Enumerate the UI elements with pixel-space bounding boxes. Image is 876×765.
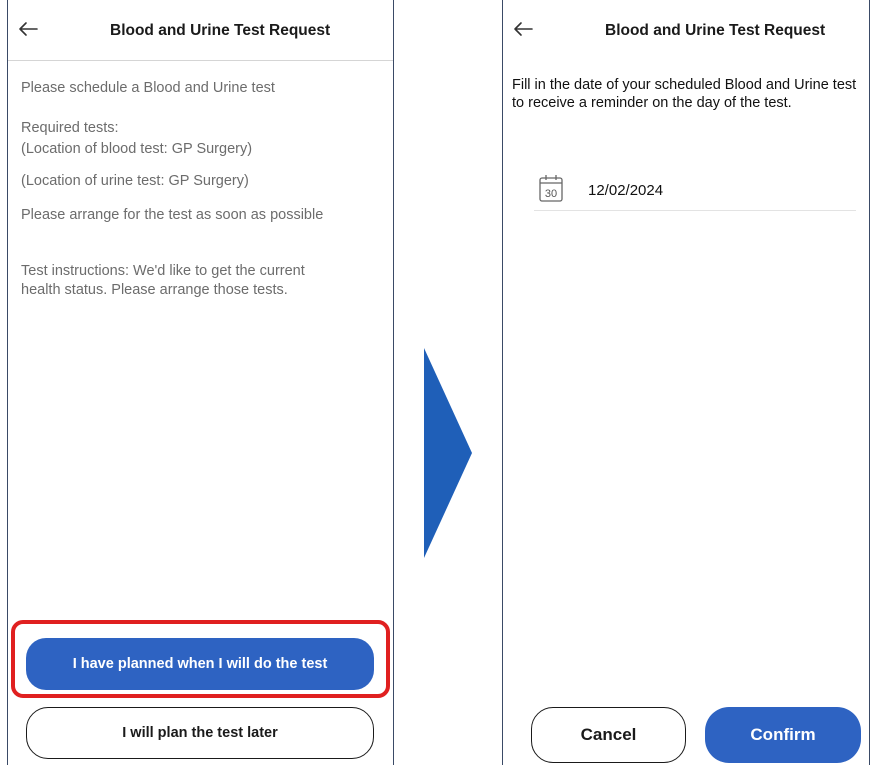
left-screen: Blood and Urine Test Request Please sche…: [7, 0, 394, 765]
intro-text: Please schedule a Blood and Urine test: [21, 80, 275, 96]
left-header: Blood and Urine Test Request: [8, 0, 393, 61]
date-value: 12/02/2024: [588, 182, 664, 199]
back-arrow-icon[interactable]: [512, 20, 534, 38]
right-header: Blood and Urine Test Request: [503, 0, 869, 58]
planned-test-button[interactable]: I have planned when I will do the test: [26, 638, 374, 690]
plan-later-button[interactable]: I will plan the test later: [26, 707, 374, 759]
confirm-button[interactable]: Confirm: [705, 707, 861, 763]
transition-arrow-icon: [424, 348, 472, 558]
page-title: Blood and Urine Test Request: [605, 22, 826, 39]
calendar-day-text: 30: [545, 188, 557, 200]
required-tests-text: Required tests: (Location of blood test:…: [21, 120, 253, 157]
test-instructions-text: Test instructions: We'd like to get the …: [21, 263, 305, 298]
back-arrow-icon[interactable]: [17, 20, 39, 38]
date-field[interactable]: 30 12/02/2024: [534, 170, 856, 211]
right-screen: Blood and Urine Test Request Fill in the…: [502, 0, 870, 765]
cancel-button[interactable]: Cancel: [531, 707, 686, 763]
page-title: Blood and Urine Test Request: [110, 22, 331, 39]
calendar-icon: 30: [539, 175, 563, 202]
date-instructions-text: Fill in the date of your scheduled Blood…: [512, 77, 857, 111]
arrange-note-text: Please arrange for the test as soon as p…: [21, 207, 324, 223]
urine-location-text: (Location of urine test: GP Surgery): [21, 173, 249, 189]
